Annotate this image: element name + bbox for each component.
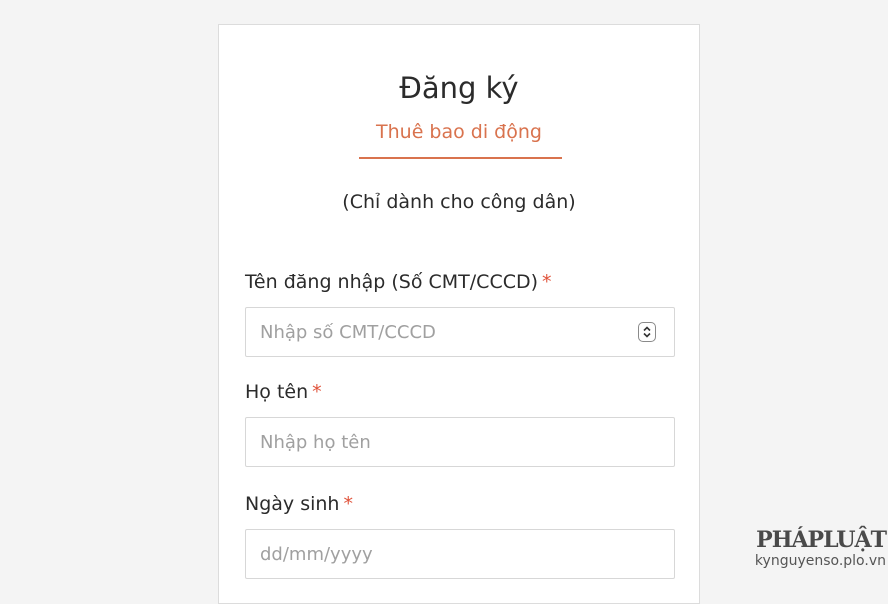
id-number-field-box xyxy=(245,307,675,357)
birthdate-input[interactable] xyxy=(246,530,620,578)
registration-card: Đăng ký Thuê bao di động (Chỉ dành cho c… xyxy=(218,24,700,604)
full-name-label-text: Họ tên xyxy=(245,381,309,403)
watermark: PHÁPLUẬT kynguyenso.plo.vn xyxy=(754,527,887,570)
required-asterisk: * xyxy=(542,271,552,293)
tab-mobile-subscriber[interactable]: Thuê bao di động xyxy=(219,121,699,143)
id-number-label: Tên đăng nhập (Số CMT/CCCD) * xyxy=(245,271,552,293)
birthdate-field-box xyxy=(245,529,675,579)
watermark-logo: PHÁPLUẬT xyxy=(756,527,887,553)
watermark-url: kynguyenso.plo.vn xyxy=(754,553,886,569)
full-name-label: Họ tên * xyxy=(245,381,322,403)
birthdate-label: Ngày sinh * xyxy=(245,493,353,515)
required-asterisk: * xyxy=(343,493,353,515)
page-title: Đăng ký xyxy=(399,71,519,105)
birthdate-label-text: Ngày sinh xyxy=(245,493,340,515)
citizen-note: (Chỉ dành cho công dân) xyxy=(342,191,576,213)
up-down-chevron-icon[interactable] xyxy=(638,322,656,342)
full-name-input[interactable] xyxy=(246,418,620,466)
tab-underline xyxy=(359,157,562,159)
required-asterisk: * xyxy=(312,381,322,403)
id-number-label-text: Tên đăng nhập (Số CMT/CCCD) xyxy=(245,271,539,293)
full-name-field-box xyxy=(245,417,675,467)
id-number-input[interactable] xyxy=(246,308,620,356)
